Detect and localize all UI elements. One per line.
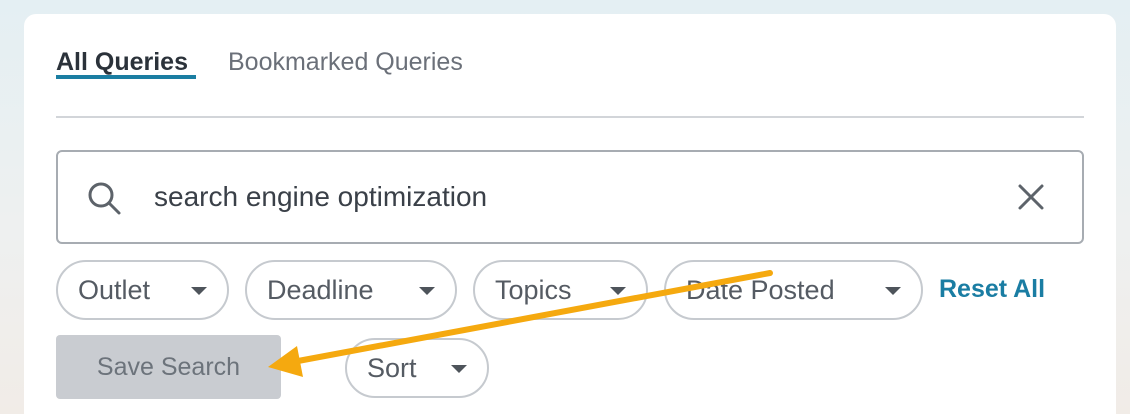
reset-all-link[interactable]: Reset All	[939, 275, 1045, 304]
save-search-label: Save Search	[96, 352, 241, 381]
active-tab-indicator	[56, 75, 196, 79]
date-posted-filter-label: Date Posted	[686, 274, 835, 305]
tab-bar: All Queries Bookmarked Queries	[56, 14, 1084, 118]
deadline-filter[interactable]: Deadline	[245, 260, 457, 320]
topics-filter[interactable]: Topics	[473, 260, 648, 320]
topics-filter-label: Topics	[495, 274, 572, 305]
search-box	[56, 150, 1084, 244]
chevron-down-icon	[451, 365, 467, 373]
tab-bookmarked-queries[interactable]: Bookmarked Queries	[228, 48, 463, 77]
search-input[interactable]	[154, 152, 992, 242]
outlet-filter-label: Outlet	[78, 274, 151, 305]
sort-dropdown[interactable]: Sort	[345, 338, 489, 398]
tab-all-queries-label: All Queries	[56, 48, 188, 76]
close-icon[interactable]	[1016, 182, 1046, 212]
chevron-down-icon	[610, 287, 626, 295]
outlet-filter[interactable]: Outlet	[56, 260, 229, 320]
deadline-filter-label: Deadline	[267, 274, 374, 305]
save-search-button[interactable]: Save Search	[56, 335, 281, 399]
date-posted-filter[interactable]: Date Posted	[664, 260, 923, 320]
chevron-down-icon	[191, 287, 207, 295]
queries-panel: All Queries Bookmarked Queries Outlet De…	[24, 14, 1116, 414]
chevron-down-icon	[419, 287, 435, 295]
chevron-down-icon	[885, 287, 901, 295]
search-icon	[88, 182, 121, 215]
sort-label: Sort	[367, 352, 417, 383]
tab-all-queries[interactable]: All Queries	[56, 48, 196, 79]
tab-bookmarked-queries-label: Bookmarked Queries	[228, 48, 463, 76]
